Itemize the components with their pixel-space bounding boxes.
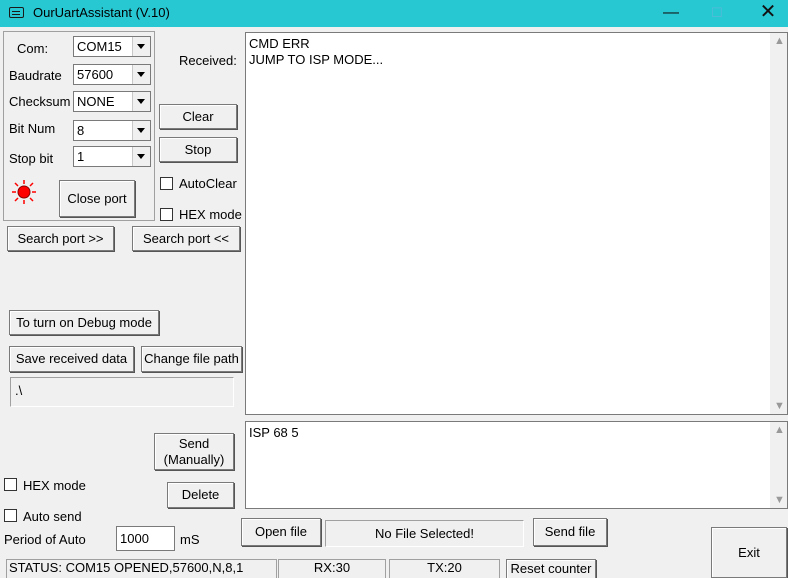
send-manually-button[interactable]: Send (Manually)	[154, 433, 234, 470]
chevron-down-icon[interactable]	[132, 121, 150, 140]
delete-button[interactable]: Delete	[167, 482, 234, 508]
send-content: ISP 68 5	[249, 425, 299, 440]
chevron-down-icon[interactable]	[132, 147, 150, 166]
scroll-down-icon[interactable]: ▼	[774, 494, 785, 506]
com-value: COM15	[77, 39, 122, 54]
autoclear-checkbox[interactable]	[160, 177, 173, 190]
exit-button[interactable]: Exit	[711, 527, 787, 578]
received-content: CMD ERR JUMP TO ISP MODE...	[249, 36, 384, 67]
port-status-indicator-icon	[12, 180, 36, 204]
send-scrollbar[interactable]: ▲ ▼	[770, 422, 787, 508]
stopbit-select[interactable]: 1	[73, 146, 151, 167]
baudrate-label: Baudrate	[9, 68, 62, 83]
checksum-label: Checksum	[9, 94, 71, 109]
stop-button[interactable]: Stop	[159, 137, 237, 162]
maximize-button[interactable]: ☐	[694, 0, 740, 27]
change-file-path-button[interactable]: Change file path	[141, 346, 242, 372]
com-select[interactable]: COM15	[73, 36, 151, 57]
chevron-down-icon[interactable]	[132, 37, 150, 56]
period-value: 1000	[120, 531, 149, 546]
checksum-value: NONE	[77, 94, 115, 109]
file-path-value: .\	[15, 383, 23, 398]
close-button[interactable]: ✕	[745, 0, 788, 27]
stopbit-label: Stop bit	[9, 151, 54, 166]
send-file-button[interactable]: Send file	[533, 518, 607, 546]
search-port-backward-button[interactable]: Search port <<	[132, 226, 240, 251]
checksum-select[interactable]: NONE	[73, 91, 151, 112]
scroll-up-icon[interactable]: ▲	[774, 35, 785, 47]
period-unit: mS	[180, 532, 200, 547]
bitnum-select[interactable]: 8	[73, 120, 151, 141]
baudrate-select[interactable]: 57600	[73, 64, 151, 85]
period-input[interactable]: 1000	[116, 526, 175, 551]
debug-mode-button[interactable]: To turn on Debug mode	[9, 310, 159, 335]
autoclear-label: AutoClear	[179, 176, 237, 191]
scroll-down-icon[interactable]: ▼	[774, 400, 785, 412]
send-hexmode-label: HEX mode	[23, 478, 86, 493]
clear-button[interactable]: Clear	[159, 104, 237, 129]
chevron-down-icon[interactable]	[132, 65, 150, 84]
file-path-field[interactable]: .\	[10, 377, 234, 407]
receive-hexmode-checkbox[interactable]	[160, 208, 173, 221]
autosend-checkbox[interactable]	[4, 509, 17, 522]
close-port-button[interactable]: Close port	[59, 180, 135, 217]
period-label: Period of Auto	[4, 532, 86, 547]
open-file-button[interactable]: Open file	[241, 518, 321, 546]
com-label: Com:	[17, 41, 49, 56]
search-port-forward-button[interactable]: Search port >>	[7, 226, 114, 251]
app-icon	[9, 7, 24, 18]
autosend-label: Auto send	[23, 509, 82, 524]
received-scrollbar[interactable]: ▲ ▼	[770, 33, 787, 414]
scroll-up-icon[interactable]: ▲	[774, 424, 785, 436]
stopbit-value: 1	[77, 149, 85, 164]
receive-hexmode-label: HEX mode	[179, 207, 242, 222]
reset-counter-button[interactable]: Reset counter	[506, 559, 596, 578]
received-textarea[interactable]: CMD ERR JUMP TO ISP MODE... ▲ ▼	[245, 32, 788, 415]
received-label: Received:	[179, 53, 237, 68]
status-text: STATUS: COM15 OPENED,57600,N,8,1	[6, 559, 277, 578]
baudrate-value: 57600	[77, 67, 114, 82]
bitnum-value: 8	[77, 123, 85, 138]
minimize-button[interactable]: —	[648, 0, 694, 27]
save-received-data-button[interactable]: Save received data	[9, 346, 134, 372]
window-title: OurUartAssistant (V.10)	[33, 5, 170, 20]
selected-file-display: No File Selected!	[325, 520, 524, 547]
send-hexmode-checkbox[interactable]	[4, 478, 17, 491]
chevron-down-icon[interactable]	[132, 92, 150, 111]
rx-counter: RX:30	[278, 559, 386, 578]
tx-counter: TX:20	[389, 559, 500, 578]
bitnum-label: Bit Num	[9, 121, 56, 136]
send-textarea[interactable]: ISP 68 5 ▲ ▼	[245, 421, 788, 509]
